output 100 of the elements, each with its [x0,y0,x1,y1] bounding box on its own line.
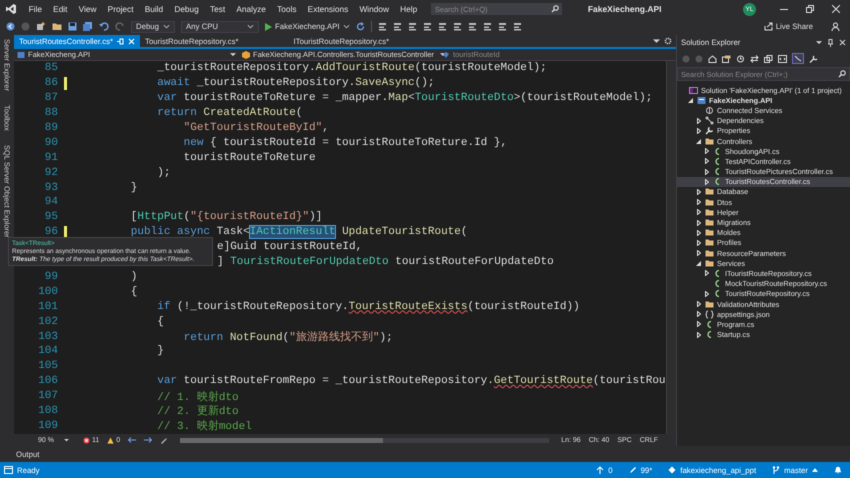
collapsed-arrow-icon[interactable] [704,168,708,175]
view-switch-icon[interactable] [722,54,731,62]
close-icon [128,38,136,44]
wrench-icon[interactable] [809,54,818,62]
pin-icon[interactable] [827,38,834,46]
toolbar-glyph-icon[interactable] [452,22,462,31]
line-number: 103 [37,330,58,343]
sync-icon[interactable] [750,54,759,62]
line-number: 92 [44,166,58,179]
undo-icon[interactable] [99,22,109,31]
collapsed-arrow-icon[interactable] [696,250,700,256]
toolbar-glyph-icon[interactable] [468,22,477,31]
person-icon[interactable] [831,22,840,31]
redo-icon[interactable] [115,22,125,31]
toolbar-glyph-icon[interactable] [408,22,417,31]
collapsed-arrow-icon[interactable] [696,240,700,246]
collapsed-arrow-icon[interactable] [704,290,708,297]
save-icon[interactable] [68,22,77,31]
home-icon[interactable] [708,54,717,62]
menu-item[interactable]: Edit [48,4,74,14]
collapsed-arrow-icon[interactable] [696,128,700,134]
close-icon[interactable] [832,5,840,13]
code-line: ) [130,270,138,283]
toolbar-glyph-icon[interactable] [378,22,387,31]
code-line: new { touristRouteId = touristRouteToReture.Id }, [182,136,508,149]
folder-icon[interactable] [52,22,62,31]
caret-icon[interactable] [653,38,660,44]
line-number: 106 [37,375,58,388]
history-icon[interactable] [736,54,745,62]
code-line: return CreatedAtRoute( [156,107,302,120]
collapsed-arrow-icon[interactable] [704,270,708,276]
toolbar-glyph-icon[interactable] [422,22,432,31]
new-item-icon[interactable] [36,22,46,31]
collapsed-arrow-icon[interactable] [704,158,708,164]
brush-icon[interactable] [160,436,168,444]
collapsed-arrow-icon[interactable] [696,230,700,236]
code-line: ); [156,166,170,179]
collapsed-arrow-icon[interactable] [696,321,700,328]
wrench-icon [705,126,714,136]
preview-toggle-icon[interactable] [792,53,804,64]
expanded-arrow-icon[interactable] [696,138,701,144]
pencil-icon [628,466,637,474]
braces-icon [705,310,714,319]
collapsed-arrow-icon[interactable] [704,148,708,154]
line-number: 105 [37,360,58,372]
expanded-arrow-icon[interactable] [696,260,701,266]
menu-item[interactable]: Tools [272,4,302,14]
menu-item[interactable]: Debug [168,4,204,14]
forward-arrow-icon[interactable] [144,437,152,443]
toolbar-glyph-icon[interactable] [498,22,507,31]
code-line: await _touristRouteRepository.SaveAsync(); [156,77,434,90]
code-line: ] TouristRouteForUpdateDto touristRouteForUpdateDto [217,256,554,268]
line-number: 102 [37,316,58,328]
collapsed-arrow-icon[interactable] [696,220,700,226]
menu-item[interactable]: Build [139,4,169,14]
menu-item[interactable]: Help [394,4,423,14]
code-view-icon[interactable] [778,54,787,62]
collapsed-arrow-icon[interactable] [696,188,700,195]
code-line: } [130,182,138,194]
back-arrow-icon[interactable] [128,437,136,443]
restore-icon[interactable] [806,5,814,13]
line-number: 88 [44,107,58,120]
collapsed-arrow-icon[interactable] [704,178,708,185]
menu-item[interactable]: Project [102,4,140,14]
collapsed-arrow-icon[interactable] [696,301,700,308]
line-number: 85 [44,62,58,74]
save-all-icon[interactable] [83,22,93,31]
close-icon[interactable] [839,39,846,46]
code-line: touristRouteToReture [182,152,316,164]
gear-icon[interactable] [664,37,672,45]
menu-item[interactable]: Analyze [230,4,272,14]
back-icon[interactable] [6,22,15,31]
menu-item[interactable]: View [73,4,102,14]
menu-item[interactable]: Window [354,4,395,14]
toolbar-glyph-icon[interactable] [482,22,492,31]
horizontal-scrollbar[interactable] [180,438,550,442]
project-icon [697,96,706,105]
code-line: _touristRouteRepository.AddTouristRoute(touristRouteModel); [156,62,547,74]
collapsed-arrow-icon[interactable] [696,209,700,216]
collapsed-arrow-icon[interactable] [696,118,700,124]
link-icon [705,116,714,126]
collapsed-arrow-icon[interactable] [696,311,700,318]
window-icon [4,466,13,474]
menu-item[interactable]: Extensions [302,4,354,14]
copy-icon[interactable] [764,54,773,62]
code-line: // 2. 更新dto [156,404,239,418]
menu-item[interactable]: File [23,4,48,14]
toolbar-glyph-icon[interactable] [438,22,447,31]
toolbar-glyph-icon[interactable] [512,22,522,31]
collapsed-arrow-icon[interactable] [696,332,700,338]
line-number: 95 [44,211,58,224]
expanded-arrow-icon[interactable] [688,98,693,103]
menu-item[interactable]: Test [204,4,231,14]
caret-icon[interactable] [816,40,822,44]
bell-icon[interactable] [834,466,842,474]
toolbar-glyph-icon[interactable] [392,22,402,31]
collapsed-arrow-icon[interactable] [696,199,700,206]
search-icon [550,5,559,13]
refresh-icon[interactable] [356,22,365,31]
vertical-scrollbar[interactable] [666,61,676,434]
